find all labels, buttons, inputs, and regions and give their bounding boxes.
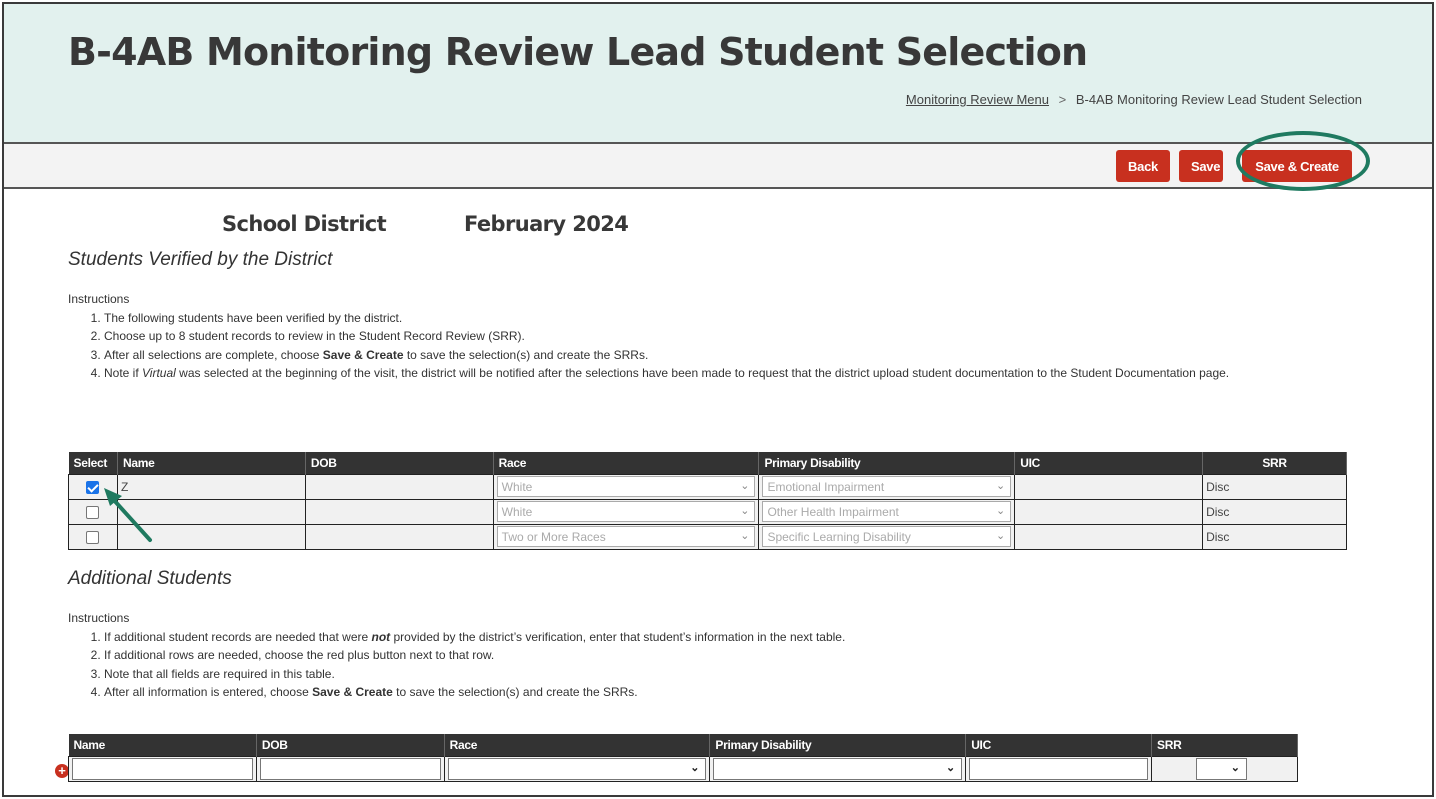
primary-disability-select[interactable]: ⌄: [713, 757, 963, 780]
race-select[interactable]: White ⌄: [496, 501, 756, 522]
race-select[interactable]: Two or More Races ⌄: [496, 526, 756, 547]
verified-students-table: Select Name DOB Race Primary Disability …: [68, 452, 1347, 550]
select-checkbox[interactable]: [86, 480, 100, 494]
student-name: Z: [116, 473, 306, 500]
column-header-race: Race: [493, 452, 760, 474]
district-name: School District: [222, 212, 387, 236]
save-and-create-button[interactable]: Save & Create: [1242, 150, 1352, 182]
uic-input[interactable]: [969, 757, 1149, 780]
chevron-down-icon: ⌄: [740, 530, 750, 542]
add-row-plus-icon[interactable]: +: [55, 764, 69, 778]
chevron-down-icon: ⌄: [996, 480, 1006, 492]
instruction-item: Choose up to 8 student records to review…: [104, 327, 1368, 346]
verified-students-heading: Students Verified by the District: [68, 249, 333, 270]
student-name: [116, 523, 306, 550]
column-header-uic: UIC: [965, 734, 1153, 756]
table-header-row: Name DOB Race Primary Disability UIC SRR: [68, 734, 1298, 756]
student-uic: [1014, 498, 1204, 525]
page-title: B-4AB Monitoring Review Lead Student Sel…: [68, 30, 1088, 74]
additional-students-heading: Additional Students: [68, 568, 232, 589]
primary-disability-select[interactable]: Specific Learning Disability ⌄: [762, 526, 1012, 547]
table-row: ⌄ ⌄ ⌄: [68, 755, 1298, 782]
chevron-down-icon: ⌄: [740, 505, 750, 517]
page-header: B-4AB Monitoring Review Lead Student Sel…: [4, 4, 1432, 144]
column-header-srr: SRR: [1202, 452, 1347, 474]
breadcrumb-link-monitoring-review-menu[interactable]: Monitoring Review Menu: [906, 92, 1049, 107]
table-row: Two or More Races ⌄ Specific Learning Dis…: [68, 523, 1347, 550]
instruction-item: The following students have been verifie…: [104, 309, 1368, 328]
instruction-item: Note if Virtual was selected at the begi…: [104, 364, 1368, 383]
primary-disability-select[interactable]: Other Health Impairment ⌄: [762, 501, 1012, 522]
breadcrumb-current: B-4AB Monitoring Review Lead Student Sel…: [1075, 92, 1362, 107]
back-button[interactable]: Back: [1116, 150, 1170, 182]
name-input[interactable]: [72, 757, 253, 780]
column-header-primary-disability: Primary Disability: [758, 452, 1016, 474]
additional-instructions: Instructions If additional student recor…: [68, 609, 1368, 702]
select-checkbox[interactable]: [86, 530, 100, 544]
instruction-item: Note that all fields are required in thi…: [104, 665, 1368, 684]
select-checkbox[interactable]: [86, 505, 100, 519]
column-header-name: Name: [117, 452, 306, 474]
chevron-down-icon: ⌄: [1230, 761, 1240, 774]
instruction-item: After all information is entered, choose…: [104, 683, 1368, 702]
table-row: Z White ⌄ Emotional Impairment ⌄ Disc: [68, 473, 1347, 500]
student-name: [116, 498, 306, 525]
student-dob: [304, 523, 494, 550]
chevron-down-icon: ⌄: [945, 761, 956, 774]
column-header-select: Select: [68, 452, 118, 474]
column-header-dob: DOB: [305, 452, 494, 474]
column-header-srr: SRR: [1151, 734, 1298, 756]
srr-type: Disc: [1202, 523, 1347, 550]
chevron-down-icon: ⌄: [740, 480, 750, 492]
chevron-down-icon: ⌄: [996, 505, 1006, 517]
additional-students-table: Name DOB Race Primary Disability UIC SRR…: [68, 734, 1298, 782]
chevron-down-icon: ⌄: [996, 530, 1006, 542]
verified-instructions: Instructions The following students have…: [68, 290, 1368, 383]
save-button[interactable]: Save: [1179, 150, 1223, 182]
column-header-name: Name: [68, 734, 257, 756]
page-frame: B-4AB Monitoring Review Lead Student Sel…: [2, 2, 1434, 797]
srr-type: Disc: [1202, 498, 1347, 525]
instruction-item: After all selections are complete, choos…: [104, 346, 1368, 365]
student-uic: [1014, 523, 1204, 550]
race-select[interactable]: White ⌄: [496, 476, 756, 497]
chevron-down-icon: ⌄: [690, 761, 700, 774]
instructions-label: Instructions: [68, 611, 130, 625]
column-header-dob: DOB: [256, 734, 445, 756]
table-row: White ⌄ Other Health Impairment ⌄ Disc: [68, 498, 1347, 525]
breadcrumb-separator: >: [1058, 92, 1067, 107]
column-header-uic: UIC: [1014, 452, 1204, 474]
column-header-race: Race: [444, 734, 711, 756]
student-dob: [304, 498, 494, 525]
column-header-primary-disability: Primary Disability: [709, 734, 967, 756]
instructions-label: Instructions: [68, 292, 130, 306]
primary-disability-select[interactable]: Emotional Impairment ⌄: [762, 476, 1012, 497]
review-period: February 2024: [464, 212, 629, 236]
student-uic: [1014, 473, 1204, 500]
instruction-item: If additional rows are needed, choose th…: [104, 646, 1368, 665]
table-header-row: Select Name DOB Race Primary Disability …: [68, 452, 1347, 474]
srr-type: Disc: [1202, 473, 1347, 500]
dob-input[interactable]: [259, 757, 441, 780]
instruction-item: If additional student records are needed…: [104, 628, 1368, 647]
race-select[interactable]: ⌄: [447, 757, 707, 780]
srr-select[interactable]: ⌄: [1196, 757, 1247, 780]
action-toolbar: Back Save Save & Create: [4, 144, 1432, 189]
breadcrumb: Monitoring Review Menu > B-4AB Monitorin…: [906, 92, 1362, 107]
student-dob: [304, 473, 494, 500]
